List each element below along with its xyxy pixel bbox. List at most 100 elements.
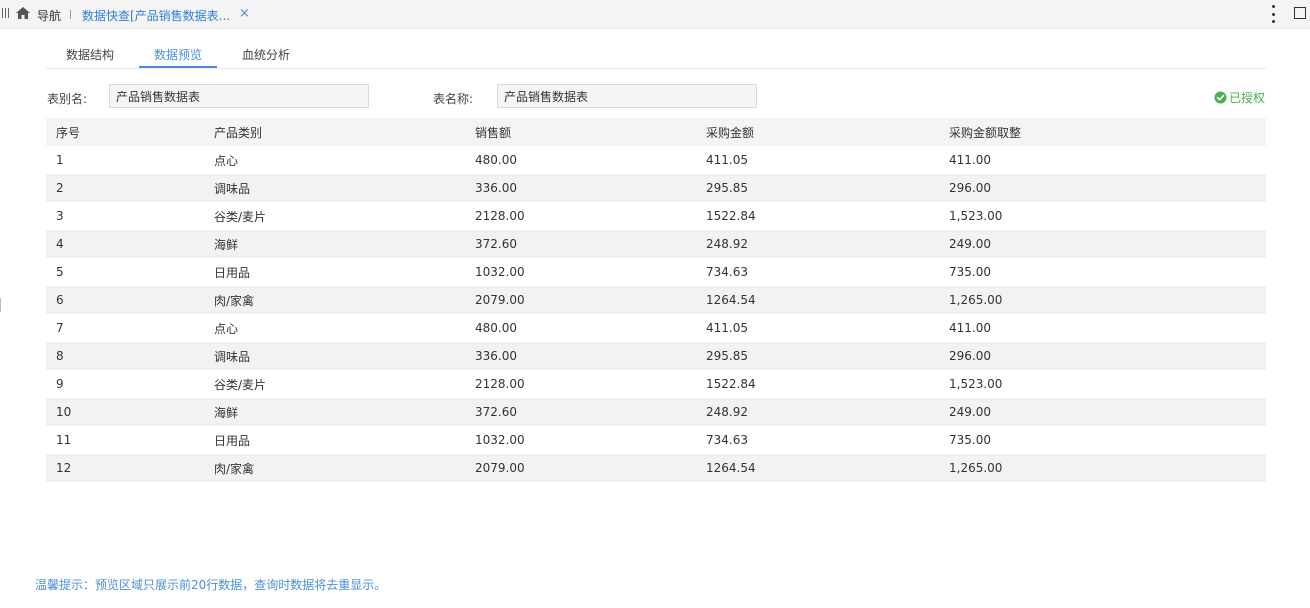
nav-label[interactable]: 导航 — [37, 7, 61, 24]
table-cell: 4 — [46, 230, 204, 258]
tab-data-structure[interactable]: 数据结构 — [66, 46, 114, 63]
table-cell: 248.92 — [696, 230, 939, 258]
table-cell: 249.00 — [939, 230, 1266, 258]
table-row[interactable]: 1 点心 480.00 411.05 411.00 — [46, 146, 1266, 174]
table-cell: 372.60 — [465, 230, 696, 258]
table-cell: 7 — [46, 314, 204, 342]
table-row[interactable]: 12 肉/家禽 2079.00 1264.54 1,265.00 — [46, 454, 1266, 482]
table-cell: 1032.00 — [465, 426, 696, 454]
table-cell: 411.00 — [939, 146, 1266, 174]
table-cell: 735.00 — [939, 426, 1266, 454]
active-tab-indicator — [139, 66, 217, 68]
table-alias-input[interactable] — [109, 84, 369, 108]
collapse-handle[interactable] — [0, 298, 1, 312]
column-header-purchase-rounded[interactable]: 采购金额取整 — [939, 118, 1266, 146]
data-preview-table: 序号 产品类别 销售额 采购金额 采购金额取整 1 点心 480.00 411.05 4… — [46, 118, 1266, 482]
table-cell: 296.00 — [939, 342, 1266, 370]
table-cell: 5 — [46, 258, 204, 286]
table-cell: 点心 — [204, 314, 465, 342]
table-cell: 9 — [46, 370, 204, 398]
home-icon[interactable] — [15, 6, 31, 20]
close-icon[interactable]: × — [239, 6, 250, 21]
table-row[interactable]: 7 点心 480.00 411.05 411.00 — [46, 314, 1266, 342]
table-cell: 1032.00 — [465, 258, 696, 286]
table-cell: 2128.00 — [465, 370, 696, 398]
table-cell: 12 — [46, 454, 204, 482]
table-cell: 734.63 — [696, 426, 939, 454]
table-cell: 411.00 — [939, 314, 1266, 342]
table-cell: 2079.00 — [465, 286, 696, 314]
table-row[interactable]: 10 海鲜 372.60 248.92 249.00 — [46, 398, 1266, 426]
table-cell: 谷类/麦片 — [204, 370, 465, 398]
more-vertical-icon[interactable] — [1269, 5, 1277, 23]
table-cell: 肉/家禽 — [204, 454, 465, 482]
top-tab-bar: 导航 数据快查[产品销售数据表... × — [0, 0, 1310, 29]
column-header-category[interactable]: 产品类别 — [204, 118, 465, 146]
table-cell: 日用品 — [204, 426, 465, 454]
table-cell: 8 — [46, 342, 204, 370]
tab-lineage-analysis[interactable]: 血统分析 — [242, 46, 290, 63]
table-cell: 调味品 — [204, 174, 465, 202]
tab-data-quick-query[interactable]: 数据快查[产品销售数据表... — [82, 7, 230, 24]
table-cell: 日用品 — [204, 258, 465, 286]
authorized-label: 已授权 — [1229, 91, 1266, 105]
table-name-label: 表名称: — [433, 92, 474, 106]
table-cell: 295.85 — [696, 342, 939, 370]
table-cell: 735.00 — [939, 258, 1266, 286]
table-cell: 11 — [46, 426, 204, 454]
table-cell: 2 — [46, 174, 204, 202]
table-cell: 480.00 — [465, 146, 696, 174]
table-cell: 295.85 — [696, 174, 939, 202]
table-row[interactable]: 8 调味品 336.00 295.85 296.00 — [46, 342, 1266, 370]
table-cell: 480.00 — [465, 314, 696, 342]
table-cell: 372.60 — [465, 398, 696, 426]
check-circle-icon — [1214, 91, 1227, 104]
table-cell: 248.92 — [696, 398, 939, 426]
table-name-input[interactable] — [497, 84, 757, 108]
table-cell: 411.05 — [696, 314, 939, 342]
table-cell: 2128.00 — [465, 202, 696, 230]
table-header-row: 序号 产品类别 销售额 采购金额 采购金额取整 — [46, 118, 1266, 146]
table-cell: 1522.84 — [696, 370, 939, 398]
table-row[interactable]: 2 调味品 336.00 295.85 296.00 — [46, 174, 1266, 202]
table-cell: 296.00 — [939, 174, 1266, 202]
table-cell: 1,523.00 — [939, 202, 1266, 230]
table-row[interactable]: 4 海鲜 372.60 248.92 249.00 — [46, 230, 1266, 258]
table-cell: 1522.84 — [696, 202, 939, 230]
table-cell: 734.63 — [696, 258, 939, 286]
table-cell: 1,265.00 — [939, 454, 1266, 482]
table-cell: 2079.00 — [465, 454, 696, 482]
table-cell: 海鲜 — [204, 230, 465, 258]
drag-handle-icon[interactable] — [2, 8, 10, 19]
table-cell: 点心 — [204, 146, 465, 174]
table-row[interactable]: 9 谷类/麦片 2128.00 1522.84 1,523.00 — [46, 370, 1266, 398]
table-row[interactable]: 3 谷类/麦片 2128.00 1522.84 1,523.00 — [46, 202, 1266, 230]
footer-tip: 温馨提示：预览区域只展示前20行数据，查询时数据将去重显示。 — [35, 578, 387, 592]
table-cell: 3 — [46, 202, 204, 230]
table-cell: 1264.54 — [696, 454, 939, 482]
column-header-index[interactable]: 序号 — [46, 118, 204, 146]
table-alias-label: 表别名: — [47, 92, 88, 106]
table-cell: 海鲜 — [204, 398, 465, 426]
sub-tab-bar: 数据结构 数据预览 血统分析 — [46, 40, 1266, 69]
table-cell: 1 — [46, 146, 204, 174]
table-cell: 10 — [46, 398, 204, 426]
table-row[interactable]: 6 肉/家禽 2079.00 1264.54 1,265.00 — [46, 286, 1266, 314]
column-header-sales[interactable]: 销售额 — [465, 118, 696, 146]
table-cell: 谷类/麦片 — [204, 202, 465, 230]
maximize-icon[interactable] — [1294, 7, 1306, 19]
table-cell: 1,523.00 — [939, 370, 1266, 398]
table-cell: 411.05 — [696, 146, 939, 174]
table-cell: 1,265.00 — [939, 286, 1266, 314]
table-cell: 1264.54 — [696, 286, 939, 314]
table-row[interactable]: 5 日用品 1032.00 734.63 735.00 — [46, 258, 1266, 286]
table-cell: 肉/家禽 — [204, 286, 465, 314]
tab-data-preview[interactable]: 数据预览 — [154, 46, 202, 63]
column-header-purchase-amount[interactable]: 采购金额 — [696, 118, 939, 146]
table-cell: 336.00 — [465, 174, 696, 202]
tab-divider — [70, 10, 71, 19]
table-row[interactable]: 11 日用品 1032.00 734.63 735.00 — [46, 426, 1266, 454]
table-cell: 249.00 — [939, 398, 1266, 426]
table-cell: 调味品 — [204, 342, 465, 370]
authorized-status: 已授权 — [1214, 89, 1265, 106]
